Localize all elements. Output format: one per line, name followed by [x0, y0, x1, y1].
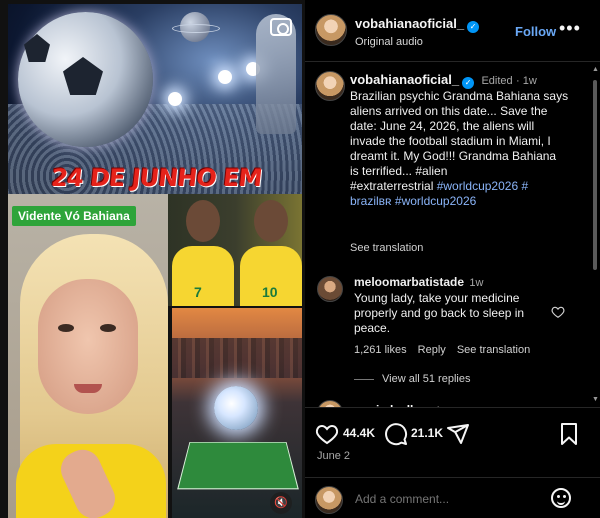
psychic-video-frame [8, 194, 168, 518]
psychic-badge: Vidente Vó Bahiana [12, 206, 136, 226]
post-header: vobahianaoficial_ ✓ Original audio Follow… [305, 0, 600, 62]
avatar[interactable] [317, 276, 343, 302]
pitch-graphic [177, 441, 299, 490]
caption-line: dreamt it. My God!!! Grandma Bahiana [350, 149, 557, 163]
caption-line: date: June 24, 2026, the aliens will [350, 119, 535, 133]
caption-username[interactable]: vobahianaoficial_ [350, 72, 459, 87]
heart-icon[interactable] [315, 422, 339, 451]
speaker-muted-icon[interactable]: 🔇 [270, 492, 292, 514]
alien-stadium-image: 24 DE JUNHO EM MIAMI [8, 4, 302, 194]
scroll-up-icon[interactable]: ▲ [592, 66, 599, 73]
audio-label[interactable]: Original audio [355, 36, 479, 48]
emoji-icon[interactable] [551, 488, 571, 508]
caption-line: invade the football stadium in Miami, I [350, 134, 551, 148]
hashtag-link[interactable]: brazilʙʀ [350, 194, 392, 208]
stadium-light [218, 70, 232, 84]
caption-time: 1w [522, 75, 537, 87]
avatar[interactable] [317, 400, 343, 407]
share-icon[interactable] [446, 422, 470, 451]
comment-actions: 1,261 likes Reply See translation [354, 344, 554, 356]
comment-like-icon[interactable] [551, 305, 565, 319]
image-caption: 24 DE JUNHO EM MIAMI [49, 164, 263, 194]
scroll-down-icon[interactable]: ▼ [592, 396, 599, 403]
comment-line: properly and go back to sleep in [354, 306, 525, 320]
jersey-number: 7 [194, 284, 202, 300]
comment-count[interactable]: 21.1K [411, 426, 443, 440]
players-image: 7 10 [168, 194, 302, 306]
comment-icon[interactable] [384, 422, 408, 451]
stadium-light [168, 92, 182, 106]
comments-scroll-area[interactable]: vobahianaoficial_ ✓ Edited · 1w Brazilian… [305, 62, 600, 407]
comment-line: Young lady, take your medicine [354, 291, 520, 305]
comment: meloomarbatistade 1w Young lady, take yo… [354, 275, 554, 356]
caption-line: is terrified... #alien [350, 164, 448, 178]
post-details-panel: vobahianaoficial_ ✓ Original audio Follow… [305, 0, 600, 518]
reply-button[interactable]: Reply [418, 344, 446, 356]
edited-label: Edited [481, 75, 513, 87]
caption-line: aliens arrived on this date... Save the [350, 104, 548, 118]
eye-graphic [58, 324, 74, 332]
view-replies-link[interactable]: View all 51 replies [354, 373, 470, 385]
comment-likes[interactable]: 1,261 likes [354, 344, 407, 356]
comment-input[interactable] [355, 492, 535, 506]
caption: vobahianaoficial_ ✓ Edited · 1w Brazilian… [350, 72, 588, 209]
alien-orb-graphic [214, 386, 258, 430]
camera-icon[interactable] [270, 18, 292, 36]
more-options-icon[interactable]: ••• [559, 18, 581, 39]
miami-stadium-image [172, 308, 302, 518]
follow-button[interactable]: Follow [515, 24, 556, 39]
avatar [315, 486, 343, 514]
player-head [186, 200, 220, 242]
like-count[interactable]: 44.4K [343, 426, 375, 440]
planet-graphic [172, 12, 220, 42]
comment-line: peace. [354, 321, 391, 335]
see-translation-link[interactable]: See translation [350, 242, 423, 254]
player-head [254, 200, 288, 242]
add-comment-bar [305, 477, 600, 518]
hashtag-link[interactable]: # [521, 179, 528, 193]
face-graphic [38, 279, 138, 414]
football-graphic [18, 12, 153, 147]
scrollbar-thumb[interactable] [593, 80, 597, 270]
post-actions: 44.4K 21.1K June 2 [305, 407, 600, 477]
hashtag-link[interactable]: #worldcup2026 [395, 194, 476, 208]
verified-icon: ✓ [462, 77, 475, 89]
jersey-number: 10 [262, 284, 278, 300]
player-jersey [172, 246, 234, 306]
bookmark-icon[interactable] [557, 422, 581, 451]
hashtag-link[interactable]: #worldcup2026 [437, 179, 518, 193]
player-figure: 7 [172, 198, 234, 306]
player-figure: 10 [240, 198, 302, 306]
avatar[interactable] [315, 71, 345, 101]
avatar[interactable] [315, 14, 347, 46]
post-date: June 2 [317, 450, 351, 462]
header-user: vobahianaoficial_ ✓ Original audio [355, 15, 480, 48]
verified-icon: ✓ [467, 21, 480, 33]
city-skyline [172, 338, 302, 378]
hashtag-link[interactable]: #extraterrestrial [350, 179, 433, 193]
header-username[interactable]: vobahianaoficial_ [355, 16, 464, 31]
post-media[interactable]: 24 DE JUNHO EM MIAMI Vidente Vó Bahiana … [0, 0, 305, 518]
see-translation-link[interactable]: See translation [457, 344, 530, 356]
comment-username[interactable]: meloomarbatistade [354, 275, 464, 289]
eye-graphic [100, 324, 116, 332]
caption-line: Brazilian psychic Grandma Bahiana says [350, 89, 569, 103]
comment-time: 1w [469, 277, 484, 289]
